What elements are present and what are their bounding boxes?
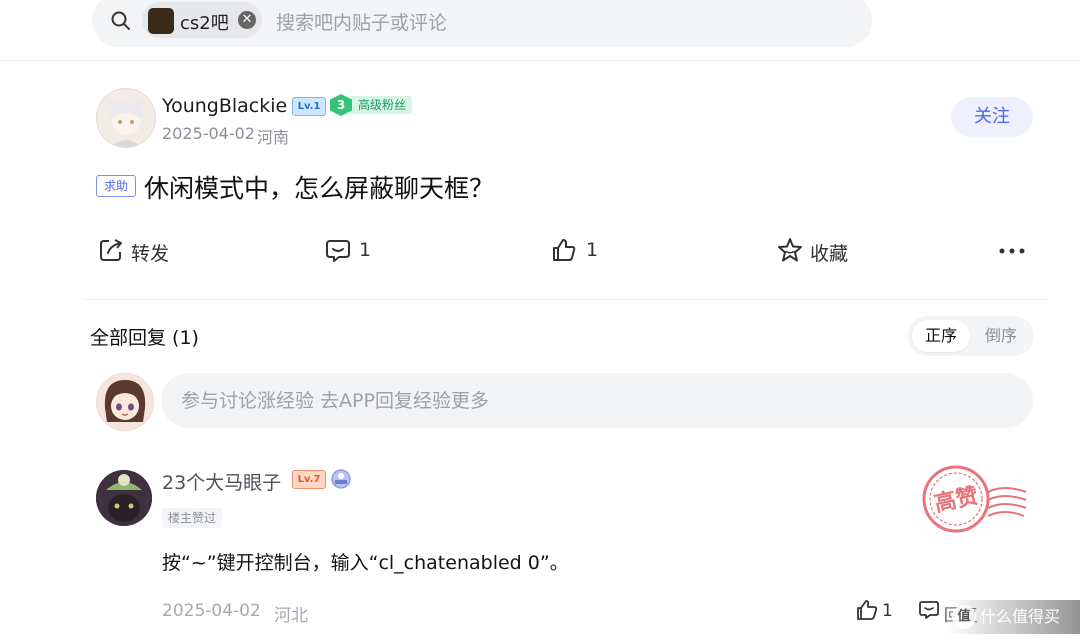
reply-text: 按“~”键开控制台，输入“cl_chatenabled 0”。 — [162, 552, 569, 574]
like-icon[interactable] — [551, 237, 577, 263]
share-label[interactable]: 转发 — [131, 239, 169, 266]
fan-title-badge: 高级粉丝 — [350, 96, 413, 114]
reply-input[interactable] — [161, 373, 1033, 428]
author-avatar[interactable] — [96, 88, 156, 148]
level-badge: Lv.1 — [292, 97, 326, 116]
vip-icon — [331, 469, 351, 489]
forum-logo-icon — [148, 8, 174, 34]
reply-author-avatar[interactable] — [96, 470, 152, 526]
post-date: 2025-04-02 — [162, 124, 255, 143]
forum-chip-label: cs2吧 — [180, 13, 229, 34]
top-liked-stamp: 高赞 — [922, 465, 1027, 533]
reply-like-count[interactable]: 1 — [882, 601, 893, 621]
follow-button[interactable]: 关注 — [951, 97, 1033, 137]
author-name[interactable]: YoungBlackie — [162, 95, 287, 117]
level-badge: Lv.7 — [292, 470, 326, 489]
sort-ascending-button[interactable]: 正序 — [912, 320, 970, 352]
post-tag: 求助 — [96, 175, 136, 197]
reply-author-name[interactable]: 23个大马眼子 — [162, 468, 281, 495]
fan-level-badge: 3 — [330, 94, 352, 116]
more-icon[interactable] — [998, 247, 1026, 255]
replies-header: 全部回复 (1) — [90, 327, 199, 349]
search-placeholder[interactable]: 搜索吧内贴子或评论 — [276, 8, 447, 35]
post-location: 河南 — [257, 128, 290, 147]
star-icon[interactable] — [777, 237, 803, 263]
clear-chip-icon[interactable]: ✕ — [238, 11, 256, 29]
comment-icon[interactable] — [325, 237, 351, 263]
share-icon[interactable] — [98, 237, 124, 263]
reply-date: 2025-04-02 — [162, 601, 261, 621]
reply-like-icon[interactable] — [856, 599, 878, 621]
search-icon[interactable] — [110, 10, 132, 32]
comment-count[interactable]: 1 — [359, 239, 371, 261]
op-liked-badge: 楼主赞过 — [162, 508, 223, 528]
my-avatar — [96, 373, 154, 431]
watermark-logo-icon: 值 — [952, 605, 976, 629]
favorite-label[interactable]: 收藏 — [810, 239, 848, 266]
like-count[interactable]: 1 — [586, 239, 598, 261]
sort-descending-button[interactable]: 倒序 — [972, 320, 1030, 352]
post-title: 休闲模式中，怎么屏蔽聊天框？ — [144, 174, 495, 203]
divider — [0, 60, 1080, 61]
divider — [82, 299, 1048, 300]
reply-location: 河北 — [274, 606, 308, 626]
reply-comment-icon[interactable] — [918, 599, 940, 621]
